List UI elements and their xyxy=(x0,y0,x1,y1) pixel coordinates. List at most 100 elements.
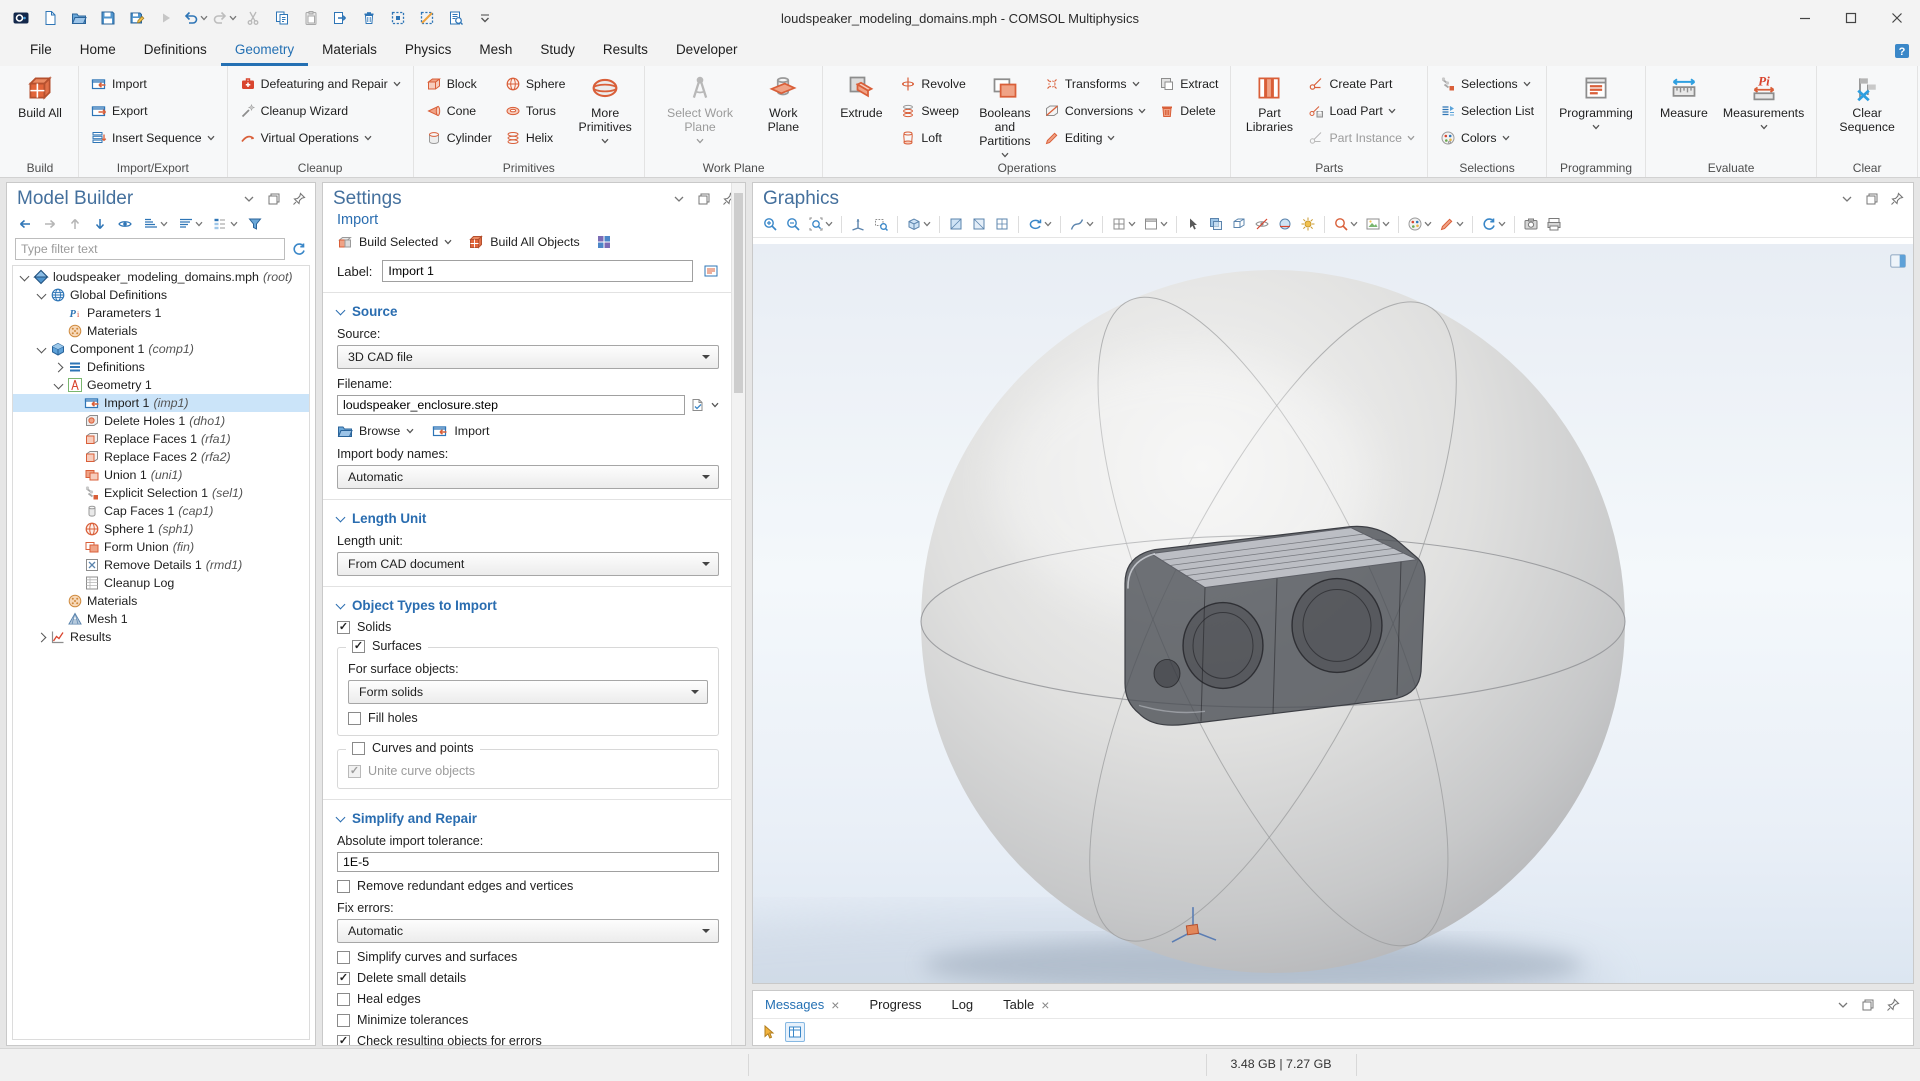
browse-button[interactable]: Browse xyxy=(337,423,414,439)
color-theme-icon[interactable] xyxy=(1404,213,1435,235)
zoom-in-icon[interactable] xyxy=(759,213,781,235)
view-orientation-icon[interactable] xyxy=(903,213,934,235)
print-icon[interactable] xyxy=(1543,213,1565,235)
float-icon[interactable] xyxy=(1860,997,1876,1013)
tree-filter-input[interactable] xyxy=(15,238,285,260)
tab-geometry[interactable]: Geometry xyxy=(221,36,308,66)
export-button[interactable]: Export xyxy=(86,98,220,124)
expand-icon[interactable] xyxy=(142,216,168,232)
maximize-icon[interactable] xyxy=(1828,0,1874,36)
toolbar-options-icon[interactable] xyxy=(472,5,498,31)
xz-view-icon[interactable] xyxy=(991,213,1013,235)
loft-button[interactable]: Loft xyxy=(895,125,970,151)
curves-checkbox[interactable]: Curves and points xyxy=(346,741,480,755)
tab-study[interactable]: Study xyxy=(526,36,589,66)
tree-item-sphere-1[interactable]: Sphere 1(sph1) xyxy=(13,520,309,538)
tab-mesh[interactable]: Mesh xyxy=(465,36,526,66)
tree-item-geometry-1[interactable]: Geometry 1 xyxy=(13,376,309,394)
tree-item-results[interactable]: Results xyxy=(13,628,309,646)
image-export-icon[interactable] xyxy=(1362,213,1393,235)
simplify-curves-and-surfaces-checkbox[interactable]: Simplify curves and surfaces xyxy=(337,950,719,964)
cone-button[interactable]: Cone xyxy=(421,98,497,124)
conversions-button[interactable]: Conversions xyxy=(1039,98,1151,124)
length-unit-select[interactable]: From CAD document xyxy=(337,552,719,576)
yz-view-icon[interactable] xyxy=(968,213,990,235)
tree-item-explicit-selection-1[interactable]: Explicit Selection 1(sel1) xyxy=(13,484,309,502)
scene-light-icon[interactable] xyxy=(1297,213,1319,235)
pointer-icon[interactable] xyxy=(761,1024,777,1040)
tab-log[interactable]: Log xyxy=(951,997,973,1012)
sphere-button[interactable]: Sphere xyxy=(500,71,571,97)
tree-item-import-1[interactable]: Import 1(imp1) xyxy=(13,394,309,412)
zoom-selection-icon[interactable] xyxy=(1330,213,1361,235)
create-part-button[interactable]: Create Part xyxy=(1303,71,1419,97)
xy-view-icon[interactable] xyxy=(945,213,967,235)
import-button[interactable]: Import xyxy=(86,71,220,97)
extract-button[interactable]: Extract xyxy=(1154,71,1223,97)
transparency-icon[interactable] xyxy=(1205,213,1227,235)
run-icon[interactable] xyxy=(153,5,179,31)
delete-button[interactable]: Delete xyxy=(1154,98,1223,124)
selection-list-button[interactable]: Selection List xyxy=(1435,98,1539,124)
pin-icon[interactable] xyxy=(291,191,307,207)
clear-sequence-button[interactable]: Clear Sequence xyxy=(1824,71,1910,137)
part-libraries-button[interactable]: Part Libraries xyxy=(1238,71,1300,137)
delete-model-icon[interactable] xyxy=(356,5,382,31)
surface-objects-select[interactable]: Form solids xyxy=(348,680,708,704)
section-length-unit[interactable]: Length Unit xyxy=(337,511,719,526)
file-options-icon[interactable] xyxy=(690,397,706,413)
tab-results[interactable]: Results xyxy=(589,36,662,66)
deselect-box-icon[interactable] xyxy=(414,5,440,31)
torus-button[interactable]: Torus xyxy=(500,98,571,124)
zoom-extents-icon[interactable] xyxy=(805,213,836,235)
transforms-button[interactable]: Transforms xyxy=(1039,71,1151,97)
build-all-button[interactable]: Build All xyxy=(9,71,71,123)
pin-icon[interactable] xyxy=(1885,997,1901,1013)
table-frame-icon[interactable] xyxy=(785,1022,805,1042)
move-up-icon[interactable] xyxy=(67,216,83,232)
float-icon[interactable] xyxy=(696,191,712,207)
sweep-button[interactable]: Sweep xyxy=(895,98,970,124)
collapse-icon[interactable] xyxy=(1835,997,1851,1013)
collapse-icon[interactable] xyxy=(241,191,257,207)
graphics-canvas[interactable] xyxy=(753,244,1913,983)
show-icon[interactable] xyxy=(117,216,133,232)
selections-button[interactable]: Selections xyxy=(1435,71,1539,97)
cut-icon[interactable] xyxy=(240,5,266,31)
minimize-icon[interactable] xyxy=(1782,0,1828,36)
pin-icon[interactable] xyxy=(1889,191,1905,207)
solids-checkbox[interactable]: Solids xyxy=(337,620,719,634)
go-to-default-view-icon[interactable] xyxy=(847,213,869,235)
programming-button[interactable]: Programming xyxy=(1554,71,1638,133)
clip-plane-icon[interactable] xyxy=(1274,213,1296,235)
close-icon[interactable]: × xyxy=(831,998,839,1012)
select-work-plane-button[interactable]: Select Work Plane xyxy=(652,71,748,147)
tree-item-parameters-1[interactable]: PiParameters 1 xyxy=(13,304,309,322)
line-rendering-icon[interactable] xyxy=(1066,213,1097,235)
zoom-box-icon[interactable] xyxy=(870,213,892,235)
select-mode-icon[interactable] xyxy=(1182,213,1204,235)
loudspeaker-enclosure[interactable] xyxy=(1125,526,1425,725)
paste-icon[interactable] xyxy=(298,5,324,31)
collapse-all-icon[interactable] xyxy=(177,216,203,232)
copy-icon[interactable] xyxy=(269,5,295,31)
grid-icon[interactable] xyxy=(1108,213,1139,235)
snapshot-icon[interactable] xyxy=(1520,213,1542,235)
tree-item-remove-details-1[interactable]: Remove Details 1(rmd1) xyxy=(13,556,309,574)
redo-icon[interactable] xyxy=(211,5,237,31)
back-icon[interactable] xyxy=(17,216,33,232)
minimize-tolerances-checkbox[interactable]: Minimize tolerances xyxy=(337,1013,719,1027)
save-as-icon[interactable] xyxy=(124,5,150,31)
collapse-icon[interactable] xyxy=(671,191,687,207)
booleans-and-partitions-button[interactable]: Booleans and Partitions xyxy=(974,71,1036,161)
tab-physics[interactable]: Physics xyxy=(391,36,466,66)
filter-icon[interactable] xyxy=(247,216,263,232)
float-icon[interactable] xyxy=(1864,191,1880,207)
cleanup-wizard-button[interactable]: Cleanup Wizard xyxy=(235,98,406,124)
collapse-icon[interactable] xyxy=(1839,191,1855,207)
undo-icon[interactable] xyxy=(182,5,208,31)
heal-edges-checkbox[interactable]: Heal edges xyxy=(337,992,719,1006)
tree-item-global-definitions[interactable]: Global Definitions xyxy=(13,286,309,304)
tree-expander-icon[interactable] xyxy=(34,347,48,352)
filename-input[interactable] xyxy=(337,395,685,415)
